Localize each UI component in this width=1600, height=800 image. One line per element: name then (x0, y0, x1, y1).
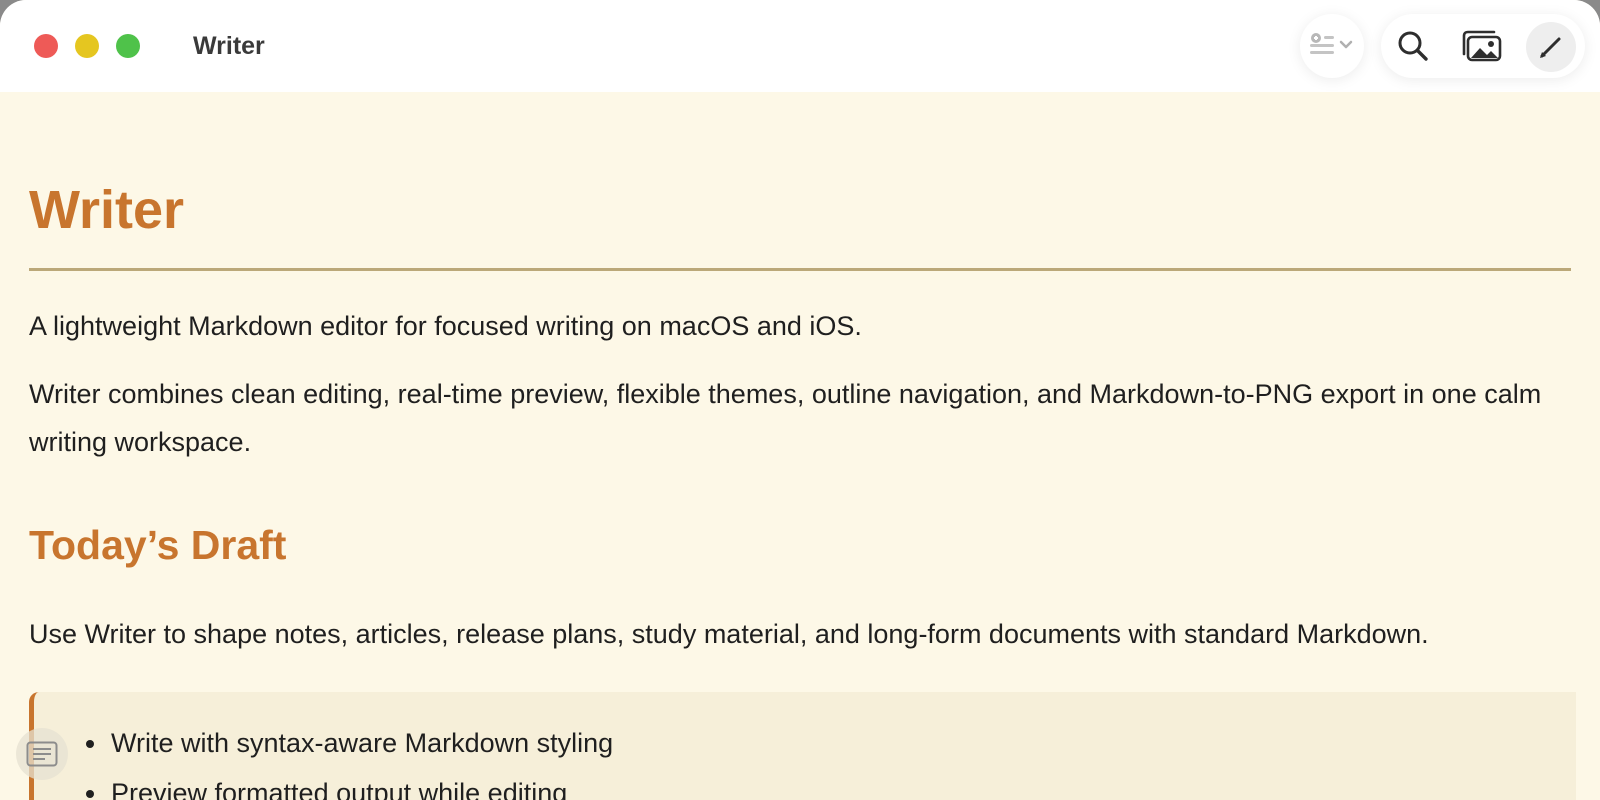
close-window-button[interactable] (34, 34, 58, 58)
search-button[interactable] (1393, 26, 1433, 66)
window-title: Writer (193, 32, 265, 60)
title-bar: Writer (0, 0, 1600, 92)
section-heading: Today’s Draft (29, 522, 287, 568)
outline-toggle-button[interactable] (16, 728, 68, 780)
minimize-window-button[interactable] (75, 34, 99, 58)
edit-mode-button[interactable] (1526, 22, 1576, 72)
list-item: Preview formatted output while editing (109, 768, 1576, 800)
blockquote-callout: Write with syntax-aware Markdown styling… (29, 692, 1576, 800)
export-png-button[interactable] (1460, 26, 1504, 66)
app-window: Writer Writer A lightweight Markdown edi… (0, 0, 1600, 800)
intro-paragraph: A lightweight Markdown editor for focuse… (29, 311, 862, 341)
feature-list: Write with syntax-aware Markdown styling… (34, 718, 1576, 800)
list-item: Write with syntax-aware Markdown styling (109, 718, 1576, 768)
section-paragraph: Use Writer to shape notes, articles, rel… (29, 619, 1429, 649)
document-title: Writer (29, 180, 185, 240)
zoom-window-button[interactable] (116, 34, 140, 58)
outline-menu-button[interactable] (1308, 30, 1358, 62)
title-divider (29, 268, 1571, 271)
document-lines-icon (26, 741, 58, 767)
pencil-icon (1540, 37, 1561, 58)
description-paragraph: Writer combines clean editing, real-time… (29, 379, 1542, 457)
photo-stack-icon (1462, 30, 1502, 62)
search-icon (1398, 31, 1428, 61)
list-outline-icon (1310, 33, 1353, 54)
